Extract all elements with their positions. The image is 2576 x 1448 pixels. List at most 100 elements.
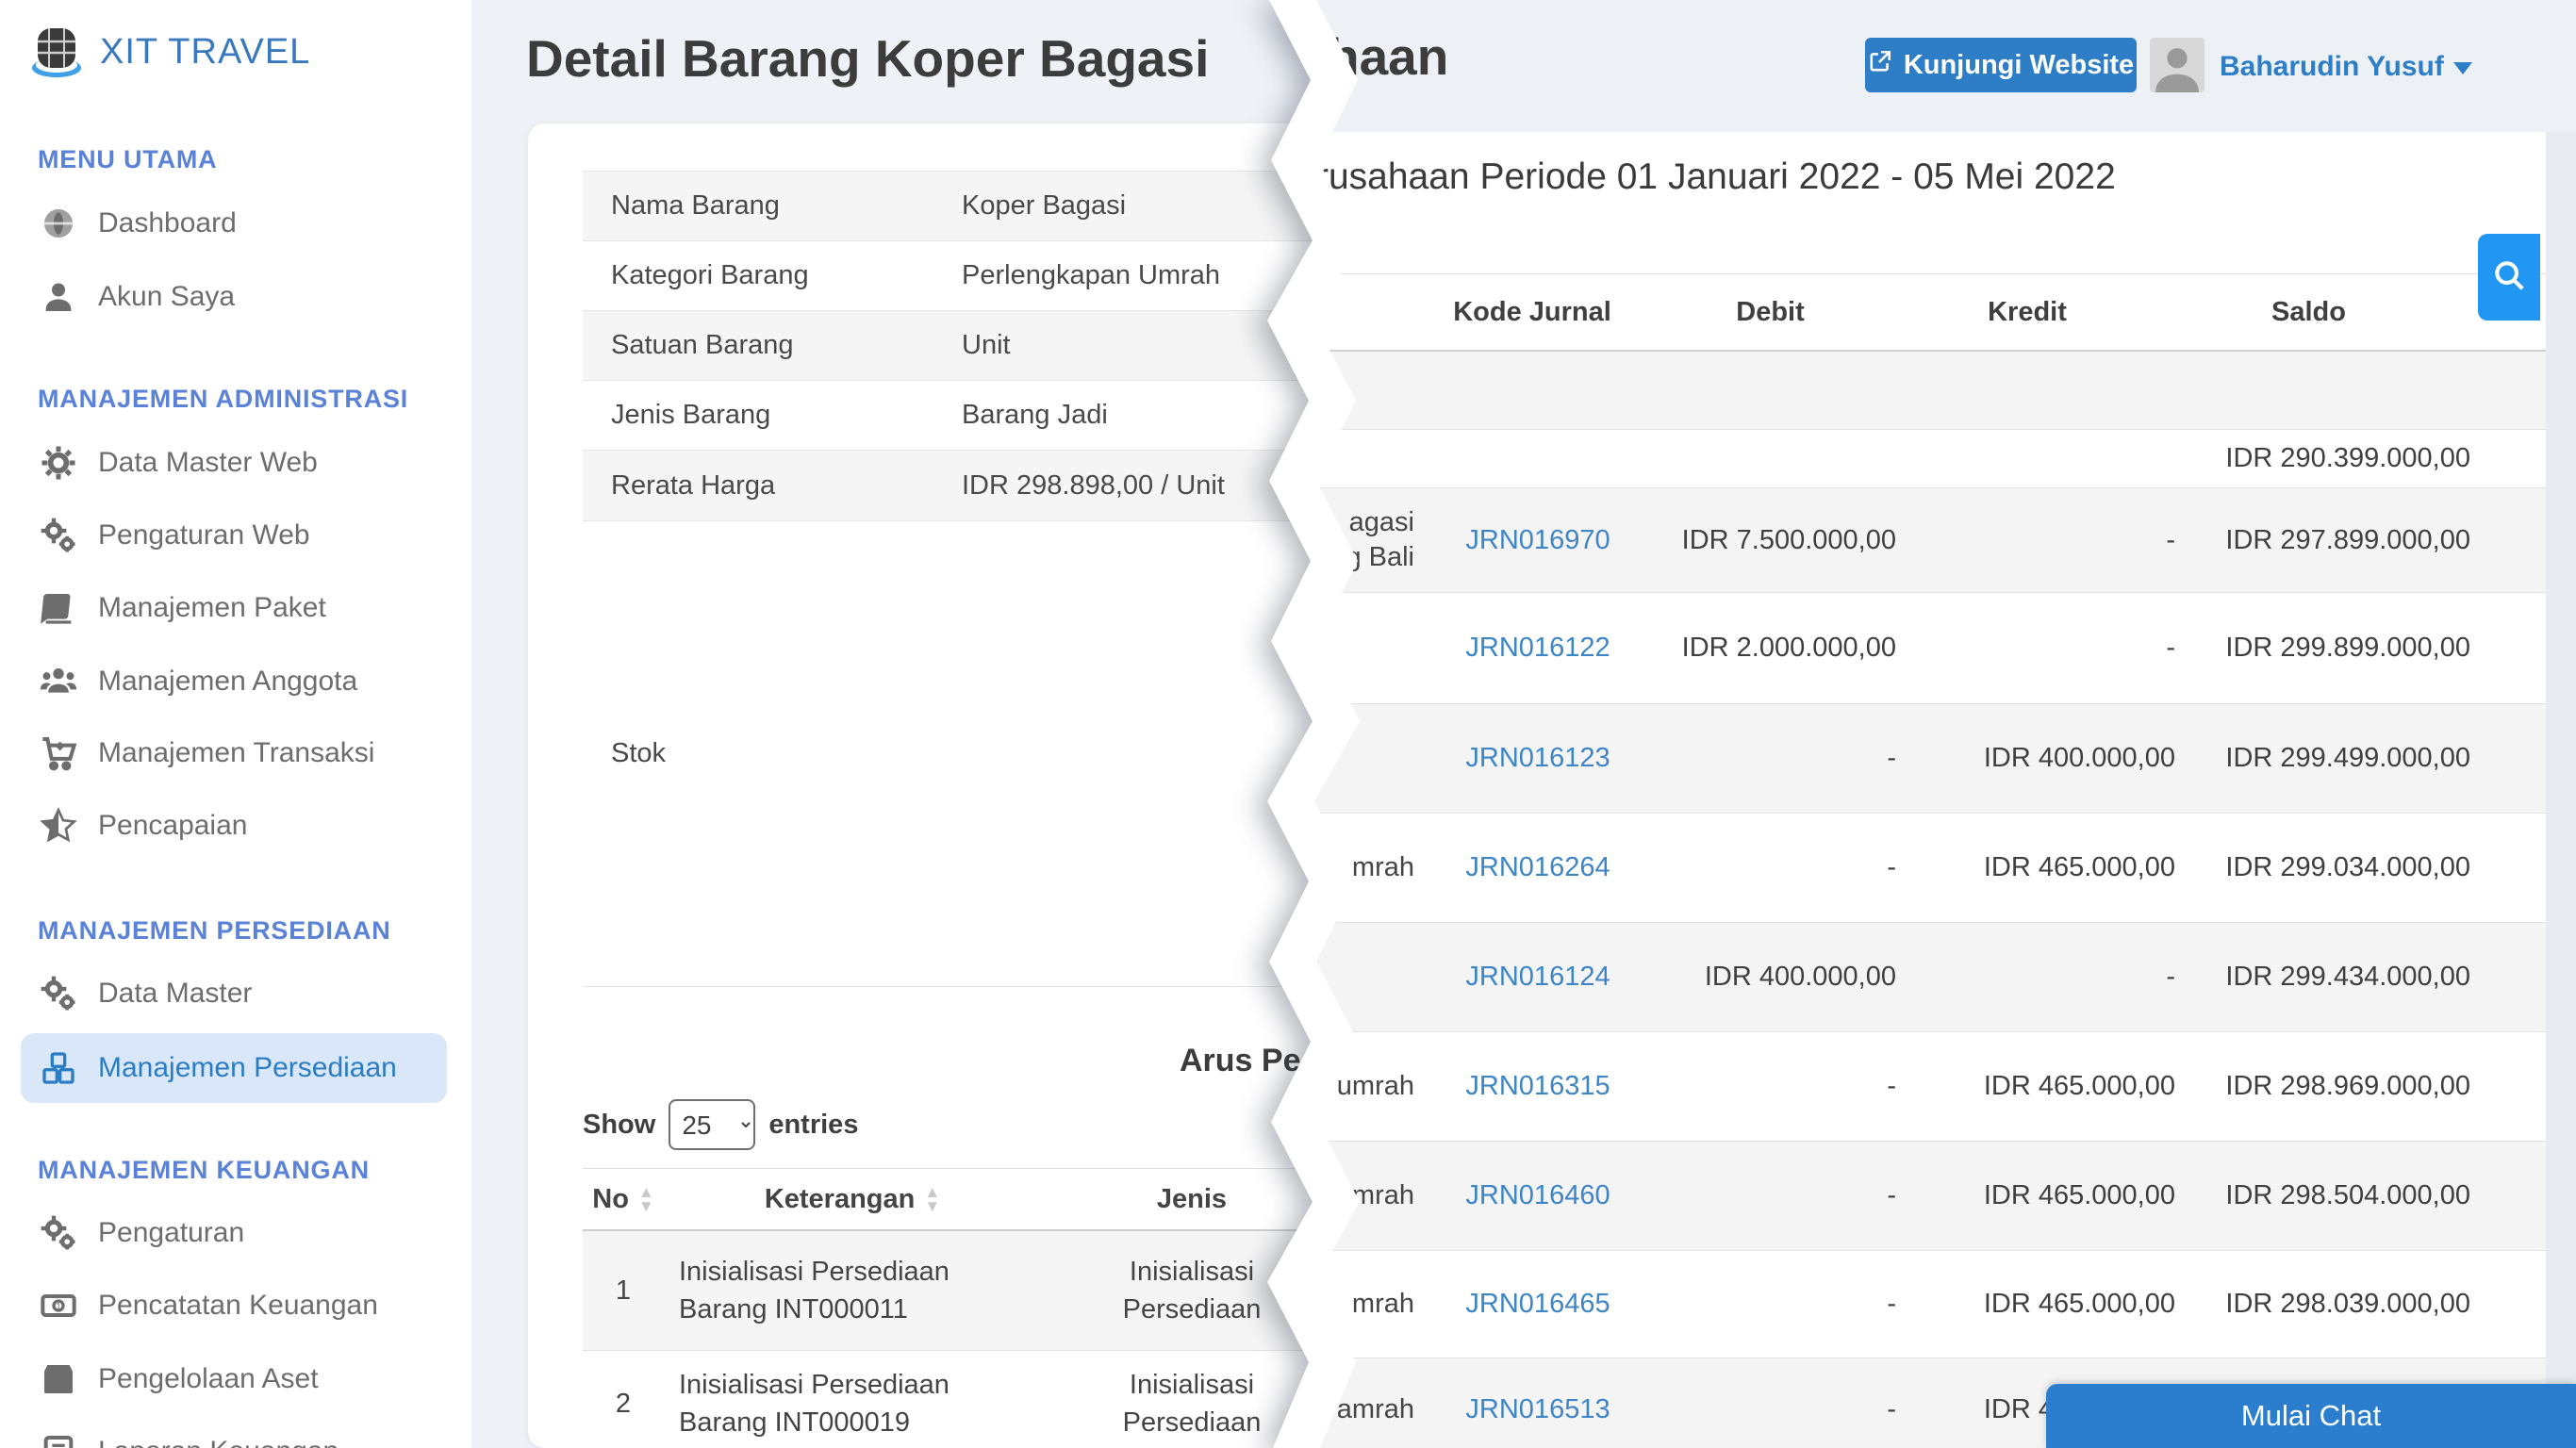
sidebar-item-label: Manajemen Anggota bbox=[98, 666, 357, 698]
cell-saldo: IDR 298.969.000,00 bbox=[2181, 1071, 2472, 1102]
star-half-icon bbox=[38, 805, 79, 847]
journal-row: mrah JRN016264 - IDR 465.000,00 IDR 299.… bbox=[1216, 814, 2546, 923]
sidebar-item-manajemen-paket[interactable]: Manajemen Paket bbox=[0, 578, 471, 638]
cell-debit: IDR 400.000,00 bbox=[1656, 962, 1902, 993]
cell-keterangan: Inisialisasi Persediaan Barang INT000011 bbox=[664, 1253, 1041, 1328]
cell-saldo: IDR 297.899.000,00 bbox=[2181, 525, 2472, 556]
sidebar-item-label: Pencatatan Keuangan bbox=[98, 1290, 378, 1322]
torn-screenshot-piece: haan Kunjungi Website Baharudin Yusuf ru… bbox=[1216, 0, 2576, 1448]
sidebar-item-label: Data Master Web bbox=[98, 447, 318, 479]
cell-keterangan: Inisialisasi Persediaan Barang INT000019 bbox=[664, 1366, 1041, 1441]
archive-icon bbox=[38, 1358, 79, 1400]
cell-kredit: IDR 465.000,00 bbox=[1902, 1071, 2181, 1102]
journal-row-opening: IDR 290.399.000,00 bbox=[1216, 430, 2546, 488]
cell-debit: - bbox=[1656, 1394, 1902, 1425]
gear-icon bbox=[38, 442, 79, 484]
search-icon bbox=[2491, 257, 2527, 298]
cell-saldo: IDR 299.899.000,00 bbox=[2181, 633, 2472, 664]
brand-logo-icon bbox=[26, 21, 87, 81]
cell-kredit: IDR 465.000,00 bbox=[1902, 1180, 2181, 1211]
journal-link[interactable]: JRN016122 bbox=[1420, 633, 1656, 664]
sidebar-item-label: Manajemen Transaksi bbox=[98, 737, 374, 769]
page-title: Detail Barang Koper Bagasi bbox=[526, 28, 1209, 89]
journal-link[interactable]: JRN016123 bbox=[1420, 743, 1656, 774]
journal-link[interactable]: JRN016460 bbox=[1420, 1180, 1656, 1211]
sidebar-item-pencatatan-keuangan[interactable]: 1 Pencatatan Keuangan bbox=[0, 1275, 471, 1336]
cell-saldo: IDR 299.434.000,00 bbox=[2181, 962, 2472, 993]
cell-saldo: IDR 298.504.000,00 bbox=[2181, 1180, 2472, 1211]
journal-table: Kode Jurnal Debit Kredit Saldo IDR 290.3… bbox=[1216, 273, 2546, 1448]
sidebar-item-pengaturan[interactable]: Pengaturan bbox=[0, 1203, 471, 1263]
cell-debit: - bbox=[1656, 1289, 1902, 1320]
entries-select[interactable]: 25 bbox=[669, 1099, 755, 1150]
cell-debit: - bbox=[1656, 743, 1902, 774]
sidebar-item-laporan-keuangan[interactable]: Laporan Keuangan bbox=[0, 1422, 471, 1448]
detail-label: Kategori Barang bbox=[583, 241, 962, 310]
report-icon bbox=[38, 1431, 79, 1448]
cell-debit: IDR 2.000.000,00 bbox=[1656, 633, 1902, 664]
col-saldo: Saldo bbox=[2164, 297, 2453, 328]
cell-debit: - bbox=[1656, 1071, 1902, 1102]
external-link-icon bbox=[1868, 49, 1892, 81]
cubes-icon bbox=[38, 1047, 79, 1089]
mulai-chat-button[interactable]: Mulai Chat bbox=[2046, 1384, 2576, 1448]
detail-label: Jenis Barang bbox=[583, 381, 962, 450]
search-button[interactable] bbox=[2478, 234, 2540, 321]
sidebar-item-label: Laporan Keuangan bbox=[98, 1436, 339, 1448]
user-name-label: Baharudin Yusuf bbox=[2220, 51, 2444, 82]
journal-row: JRN016122 IDR 2.000.000,00 - IDR 299.899… bbox=[1216, 593, 2546, 704]
globe-icon bbox=[38, 203, 79, 244]
journal-page: haan Kunjungi Website Baharudin Yusuf ru… bbox=[1216, 0, 2576, 1448]
cell-no: 2 bbox=[583, 1389, 664, 1420]
sidebar-section-persediaan: MANAJEMEN PERSEDIAAN bbox=[38, 916, 391, 946]
page-margin bbox=[2546, 132, 2576, 1448]
journal-table-header: Kode Jurnal Debit Kredit Saldo bbox=[1216, 273, 2546, 352]
detail-label: Stok bbox=[583, 521, 962, 986]
show-entries-bar: Show 25 entries bbox=[583, 1099, 858, 1150]
sidebar-item-label: Pencapaian bbox=[98, 810, 247, 842]
money-icon: 1 bbox=[38, 1285, 79, 1326]
sidebar-item-label: Manajemen Paket bbox=[98, 592, 326, 624]
cell-debit: - bbox=[1656, 852, 1902, 883]
cell-kredit: IDR 465.000,00 bbox=[1902, 852, 2181, 883]
avatar[interactable] bbox=[2150, 38, 2204, 92]
col-no[interactable]: No▲▼ bbox=[583, 1184, 664, 1215]
col-debit: Debit bbox=[1650, 297, 1891, 328]
cell-saldo: IDR 299.499.000,00 bbox=[2181, 743, 2472, 774]
user-menu[interactable]: Baharudin Yusuf bbox=[2220, 51, 2472, 83]
sidebar-item-data-master[interactable]: Data Master bbox=[0, 963, 471, 1024]
sidebar-item-akun-saya[interactable]: Akun Saya bbox=[0, 267, 471, 327]
journal-link[interactable]: JRN016264 bbox=[1420, 852, 1656, 883]
journal-link[interactable]: JRN016124 bbox=[1420, 962, 1656, 993]
journal-link[interactable]: JRN016465 bbox=[1420, 1289, 1656, 1320]
col-keterangan[interactable]: Keterangan▲▼ bbox=[664, 1184, 1041, 1215]
book-icon bbox=[38, 587, 79, 629]
mulai-chat-label: Mulai Chat bbox=[2241, 1399, 2381, 1433]
sidebar-section-keuangan: MANAJEMEN KEUANGAN bbox=[38, 1156, 370, 1185]
sort-icon: ▲▼ bbox=[638, 1186, 654, 1214]
col-kredit: Kredit bbox=[1891, 297, 2164, 328]
journal-link[interactable]: JRN016315 bbox=[1420, 1071, 1656, 1102]
visit-website-button[interactable]: Kunjungi Website bbox=[1865, 38, 2137, 92]
sidebar-item-pengelolaan-aset[interactable]: Pengelolaan Aset bbox=[0, 1349, 471, 1409]
sidebar-section-administrasi: MANAJEMEN ADMINISTRASI bbox=[38, 385, 408, 414]
sidebar-item-label: Data Master bbox=[98, 978, 252, 1010]
sidebar-item-data-master-web[interactable]: Data Master Web bbox=[0, 433, 471, 493]
sidebar-item-pengaturan-web[interactable]: Pengaturan Web bbox=[0, 505, 471, 566]
journal-row: umrah JRN016315 - IDR 465.000,00 IDR 298… bbox=[1216, 1032, 2546, 1142]
opening-saldo: IDR 290.399.000,00 bbox=[2181, 443, 2472, 474]
journal-row: JRN016124 IDR 400.000,00 - IDR 299.434.0… bbox=[1216, 923, 2546, 1032]
col-kode-jurnal: Kode Jurnal bbox=[1414, 297, 1650, 328]
detail-label: Rerata Harga bbox=[583, 451, 962, 520]
journal-link[interactable]: JRN016970 bbox=[1420, 525, 1656, 556]
visit-website-label: Kunjungi Website bbox=[1904, 50, 2134, 81]
sidebar-item-manajemen-persediaan[interactable]: Manajemen Persediaan bbox=[0, 1038, 471, 1098]
detail-label: Satuan Barang bbox=[583, 311, 962, 380]
journal-link[interactable]: JRN016513 bbox=[1420, 1394, 1656, 1425]
sidebar-item-dashboard[interactable]: Dashboard bbox=[0, 193, 471, 254]
cart-icon bbox=[38, 732, 79, 774]
sidebar-item-pencapaian[interactable]: Pencapaian bbox=[0, 796, 471, 856]
journal-row: JRN016123 - IDR 400.000,00 IDR 299.499.0… bbox=[1216, 704, 2546, 814]
sidebar-item-manajemen-transaksi[interactable]: Manajemen Transaksi bbox=[0, 723, 471, 783]
sidebar-item-manajemen-anggota[interactable]: Manajemen Anggota bbox=[0, 651, 471, 712]
